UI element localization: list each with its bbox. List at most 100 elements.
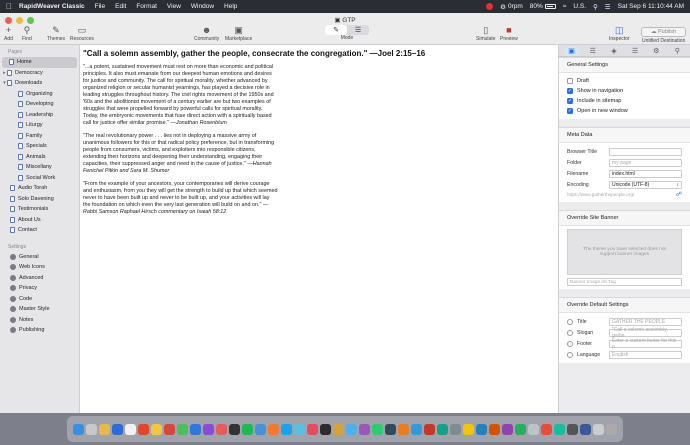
sidebar-page-miscellany[interactable]: Miscellany: [0, 162, 79, 173]
app-icon[interactable]: [502, 423, 513, 435]
community-button[interactable]: ☻ Community: [194, 25, 219, 42]
app-icon[interactable]: [320, 423, 331, 435]
sidebar-page-home[interactable]: Home: [2, 57, 77, 68]
app-icon[interactable]: [372, 423, 383, 435]
menu-view[interactable]: View: [167, 3, 181, 10]
app-icon[interactable]: [424, 423, 435, 435]
simulate-button[interactable]: ▯ Simulate: [476, 25, 495, 42]
content-heading[interactable]: "Call a solemn assembly, gather the peop…: [83, 49, 555, 59]
app-icon[interactable]: [190, 423, 201, 435]
link-icon[interactable]: ☍: [676, 191, 682, 198]
menu-app-name[interactable]: RapidWeaver Classic: [19, 3, 85, 10]
folder-input[interactable]: my-page: [609, 158, 682, 167]
app-icon[interactable]: [151, 423, 162, 435]
app-icon[interactable]: [515, 423, 526, 435]
banner-image-well[interactable]: The theme you have selected does not sup…: [567, 229, 682, 275]
app-icon[interactable]: [294, 423, 305, 435]
code-tab-icon[interactable]: ⚙: [649, 47, 663, 55]
override-language-select[interactable]: English: [609, 350, 682, 359]
quote-paragraph[interactable]: "From the example of your ancestors, you…: [83, 181, 278, 216]
sidebar-page-solo-davening[interactable]: Solo Davening: [0, 194, 79, 205]
app-icon[interactable]: [307, 423, 318, 435]
find-button[interactable]: ⚲ Find: [22, 25, 32, 42]
app-icon[interactable]: [333, 423, 344, 435]
menu-format[interactable]: Format: [136, 3, 157, 10]
app-icon[interactable]: [242, 423, 253, 435]
app-icon[interactable]: [554, 423, 565, 435]
quote-paragraph[interactable]: "The real revolutionary power . . . lies…: [83, 133, 278, 175]
app-icon[interactable]: [411, 423, 422, 435]
finder-icon[interactable]: [73, 423, 84, 435]
app-icon[interactable]: [164, 423, 175, 435]
quote-paragraph[interactable]: "...a potent, sustained movement must re…: [83, 64, 278, 127]
sidebar-page-specials[interactable]: Specials: [0, 141, 79, 152]
app-icon[interactable]: [476, 423, 487, 435]
app-icon[interactable]: [203, 423, 214, 435]
sidebar-page-testimonials[interactable]: Testimonials: [0, 204, 79, 215]
menu-help[interactable]: Help: [224, 3, 237, 10]
app-icon[interactable]: [177, 423, 188, 435]
app-icon[interactable]: [359, 423, 370, 435]
publish-button[interactable]: ☁ Publish: [641, 27, 686, 37]
app-icon[interactable]: [528, 423, 539, 435]
app-icon[interactable]: [580, 423, 591, 435]
sidebar-setting-privacy[interactable]: Privacy: [0, 283, 79, 294]
sidebar-page-downloads[interactable]: ▾ Downloads: [0, 78, 79, 89]
sidebar-setting-publishing[interactable]: Publishing: [0, 325, 79, 336]
style-tab-icon[interactable]: ◈: [607, 47, 621, 55]
editor-area[interactable]: "Call a solemn assembly, gather the peop…: [80, 45, 558, 413]
app-icon[interactable]: [437, 423, 448, 435]
inspector-button[interactable]: ◫ Inspector: [609, 25, 630, 42]
override-title-input[interactable]: GATHER THE PEOPLE: [609, 317, 682, 326]
trash-icon[interactable]: [606, 423, 617, 435]
sidebar-page-developing[interactable]: Developing: [0, 99, 79, 110]
marketplace-button[interactable]: ▣ Marketplace: [225, 25, 252, 42]
clock[interactable]: Sat Sep 6 11:10:44 AM: [618, 3, 684, 10]
app-icon[interactable]: [567, 423, 578, 435]
override-footer-input[interactable]: Enter a custom footer for this p: [609, 338, 682, 350]
sidebar-setting-master-style[interactable]: Master Style: [0, 304, 79, 315]
sidebar-page-animals[interactable]: Animals: [0, 152, 79, 163]
sidebar-page-social-work[interactable]: Social Work: [0, 173, 79, 184]
folder-icon[interactable]: [593, 423, 604, 435]
resources-button[interactable]: ▭ Resources: [70, 25, 94, 42]
draft-checkbox[interactable]: Draft: [567, 76, 682, 86]
seo-tab-icon[interactable]: ⚲: [670, 47, 684, 55]
mode-control[interactable]: ✎ ☰ Mode: [325, 25, 369, 41]
screen-record-icon[interactable]: [486, 3, 494, 10]
app-icon[interactable]: [125, 423, 136, 435]
menu-file[interactable]: File: [95, 3, 105, 10]
search-icon[interactable]: ⚲: [593, 3, 598, 11]
app-icon[interactable]: [489, 423, 500, 435]
app-icon[interactable]: [99, 423, 110, 435]
app-icon[interactable]: [281, 423, 292, 435]
sidebar-page-liturgy[interactable]: Liturgy: [0, 120, 79, 131]
app-icon[interactable]: [112, 423, 123, 435]
override-footer-toggle[interactable]: [567, 340, 573, 347]
filename-input[interactable]: index.html: [609, 169, 682, 178]
sidebar-setting-web-icons[interactable]: Web Icons: [0, 262, 79, 273]
themes-button[interactable]: ✎ Themes: [47, 25, 65, 42]
override-slogan-toggle[interactable]: [567, 329, 573, 336]
sidebar-setting-notes[interactable]: Notes: [0, 315, 79, 326]
open-in-new-window-checkbox[interactable]: ✓ Open in new window: [567, 106, 682, 116]
menu-window[interactable]: Window: [191, 3, 214, 10]
apple-icon[interactable]: : [6, 2, 12, 11]
page-settings-tab-icon[interactable]: ▣: [564, 46, 579, 55]
app-icon[interactable]: [268, 423, 279, 435]
app-icon[interactable]: [346, 423, 357, 435]
app-icon[interactable]: [398, 423, 409, 435]
battery-status[interactable]: 80%: [530, 3, 556, 10]
sidebar-page-leadership[interactable]: Leadership: [0, 110, 79, 121]
show-in-navigation-checkbox[interactable]: ✓ Show in navigation: [567, 86, 682, 96]
sidebar-page-contact[interactable]: Contact: [0, 225, 79, 236]
sidebar-page-about-us[interactable]: About Us: [0, 215, 79, 226]
input-source[interactable]: U.S.: [573, 3, 586, 10]
preview-button[interactable]: ■ Preview: [500, 25, 518, 42]
wifi-icon[interactable]: ≈: [563, 3, 567, 10]
include-in-sitemap-checkbox[interactable]: ✓ Include in sitemap: [567, 96, 682, 106]
app-icon[interactable]: [385, 423, 396, 435]
source-mode-icon[interactable]: ☰: [347, 25, 369, 35]
sidebar-page-audio-torah[interactable]: Audio Torah: [0, 183, 79, 194]
override-slogan-input[interactable]: "Call a solemn assembly, gathe: [609, 327, 682, 339]
